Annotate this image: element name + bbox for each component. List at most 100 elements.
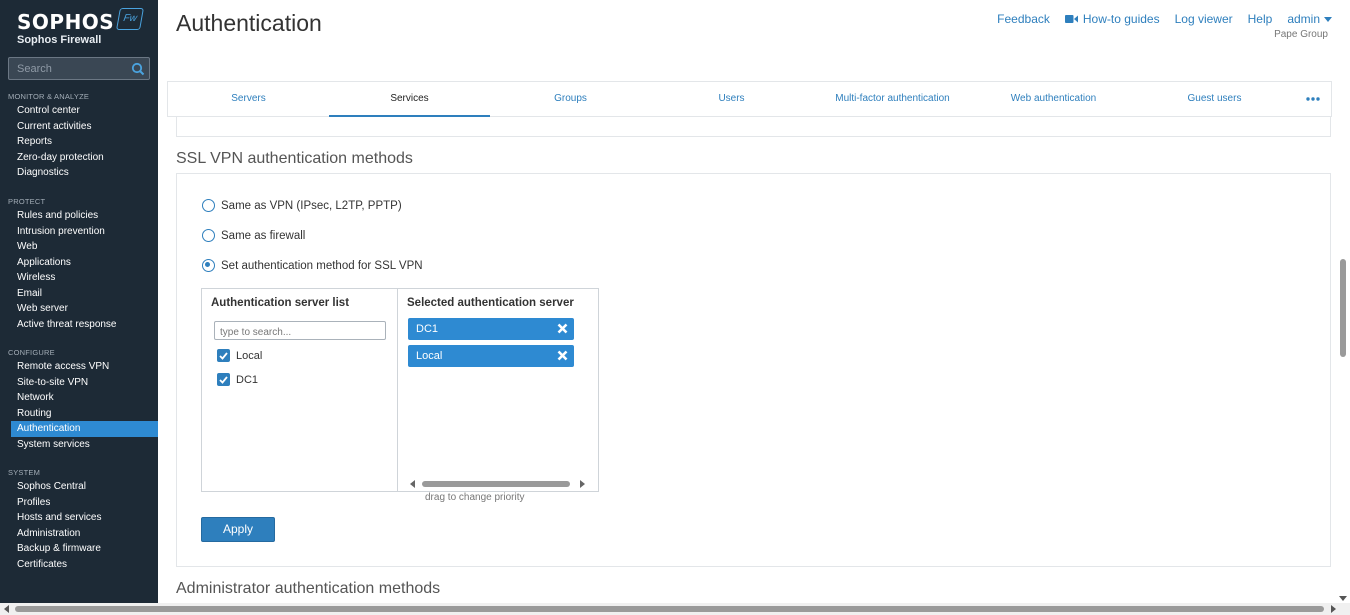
checkmark-icon [219,351,228,360]
tab-web-authentication[interactable]: Web authentication [973,82,1134,116]
chevron-down-icon [1324,16,1332,22]
sidebar-search[interactable] [8,57,150,80]
sidebar-item-routing[interactable]: Routing [0,406,158,422]
sidebar-item-system-services[interactable]: System services [0,437,158,453]
remove-icon[interactable] [557,350,568,361]
sidebar-item-diagnostics[interactable]: Diagnostics [0,165,158,181]
server-filter[interactable] [214,321,386,341]
log-viewer-link[interactable]: Log viewer [1175,12,1233,26]
page-title: Authentication [176,10,322,36]
sidebar-item-web-server[interactable]: Web server [0,301,158,317]
server-list-panel: Authentication server list Local DC1 [202,289,398,491]
radio-same-as-vpn[interactable]: Same as VPN (IPsec, L2TP, PPTP) [202,199,402,212]
help-link[interactable]: Help [1248,12,1273,26]
sidebar-item-applications[interactable]: Applications [0,255,158,271]
how-to-guides-link[interactable]: How-to guides [1064,12,1160,26]
vertical-scrollbar-thumb[interactable] [1340,259,1346,357]
radio-button-selected[interactable] [202,259,215,272]
sidebar-item-rules-and-policies[interactable]: Rules and policies [0,208,158,224]
scroll-right-arrow-icon[interactable] [1331,605,1336,613]
sidebar-search-input[interactable] [9,58,129,79]
selected-list-scrollbar[interactable] [410,480,590,488]
scroll-left-icon[interactable] [410,480,416,488]
checkbox-checked[interactable] [217,349,230,362]
nav-section-heading: CONFIGURE [8,348,55,357]
sidebar-item-reports[interactable]: Reports [0,134,158,150]
tab-users[interactable]: Users [651,82,812,116]
page-vertical-scrollbar[interactable] [1336,0,1350,603]
sidebar: SOPHOS Sophos Firewall Fw MONITOR & ANAL… [0,0,158,603]
sidebar-item-hosts-and-services[interactable]: Hosts and services [0,510,158,526]
sidebar-item-web[interactable]: Web [0,239,158,255]
feedback-link[interactable]: Feedback [997,12,1050,26]
search-icon[interactable] [131,62,145,76]
radio-label: Set authentication method for SSL VPN [221,259,423,272]
horizontal-scrollbar-thumb[interactable] [15,606,1324,612]
sidebar-item-backup-firmware[interactable]: Backup & firmware [0,541,158,557]
sidebar-item-site-to-site-vpn[interactable]: Site-to-site VPN [0,375,158,391]
drag-hint: drag to change priority [425,492,525,503]
product-name: Sophos Firewall [17,34,102,46]
sidebar-item-active-threat-response[interactable]: Active threat response [0,317,158,333]
nav-section: MONITOR & ANALYZE Control center Current a… [0,91,158,181]
sidebar-item-profiles[interactable]: Profiles [0,495,158,511]
sidebar-item-email[interactable]: Email [0,286,158,302]
sidebar-item-zero-day-protection[interactable]: Zero-day protection [0,150,158,166]
auth-server-selector: Authentication server list Local DC1 Sel… [201,288,599,492]
radio-button[interactable] [202,229,215,242]
checkbox-checked[interactable] [217,373,230,386]
remove-icon[interactable] [557,323,568,334]
radio-same-as-firewall[interactable]: Same as firewall [202,229,305,242]
more-icon [1306,97,1320,101]
scroll-down-arrow-icon[interactable] [1339,596,1347,601]
server-filter-input[interactable] [215,324,385,341]
admin-menu[interactable]: admin [1287,12,1332,26]
next-section-title: Administrator authentication methods [176,580,441,597]
brand-name: SOPHOS [17,10,115,34]
tab-guest-users[interactable]: Guest users [1134,82,1295,116]
page-horizontal-scrollbar[interactable] [0,603,1350,615]
sidebar-item-network[interactable]: Network [0,390,158,406]
nav-section: SYSTEM Sophos Central Profiles Hosts and se… [0,467,158,572]
sidebar-item-intrusion-prevention[interactable]: Intrusion prevention [0,224,158,240]
how-to-guides-label: How-to guides [1082,12,1160,26]
tab-servers[interactable]: Servers [168,82,329,116]
apply-button[interactable]: Apply [201,517,275,542]
server-list-header: Authentication server list [211,297,350,309]
sidebar-item-current-activities[interactable]: Current activities [0,119,158,135]
sophos-logo[interactable]: SOPHOS Sophos Firewall [17,10,114,46]
nav-section: PROTECT Rules and policies Intrusion preve… [0,196,158,332]
sidebar-item-certificates[interactable]: Certificates [0,557,158,573]
radio-set-ssl-vpn-method[interactable]: Set authentication method for SSL VPN [202,259,423,272]
admin-label: admin [1287,12,1320,26]
server-option-dc1[interactable]: DC1 [217,373,258,386]
tab-groups[interactable]: Groups [490,82,651,116]
tab-services[interactable]: Services [329,82,490,117]
sidebar-item-control-center[interactable]: Control center [0,103,158,119]
radio-button[interactable] [202,199,215,212]
top-links: Feedback How-to guides Log viewer Help a… [997,12,1332,26]
selected-server-label: DC1 [416,323,439,335]
nav-section-heading: SYSTEM [8,468,41,477]
nav-section-heading: PROTECT [8,197,46,206]
selected-server-dc1[interactable]: DC1 [408,318,574,340]
scrollbar-thumb[interactable] [422,481,570,487]
more-tabs-button[interactable] [1295,82,1331,116]
scroll-left-arrow-icon[interactable] [4,605,9,613]
checkmark-icon [219,375,228,384]
server-option-label: Local [236,349,263,362]
sidebar-item-wireless[interactable]: Wireless [0,270,158,286]
sidebar-item-remote-access-vpn[interactable]: Remote access VPN [0,359,158,375]
selected-server-label: Local [416,350,443,362]
nav-section-heading: MONITOR & ANALYZE [8,92,90,101]
selected-server-local[interactable]: Local [408,345,574,367]
sidebar-item-administration[interactable]: Administration [0,526,158,542]
scroll-right-icon[interactable] [580,480,586,488]
section-title: SSL VPN authentication methods [176,150,413,167]
sidebar-item-authentication[interactable]: Authentication [11,421,158,437]
server-option-local[interactable]: Local [217,349,262,362]
tab-multi-factor-authentication[interactable]: Multi-factor authentication [812,82,973,116]
sidebar-item-sophos-central[interactable]: Sophos Central [0,479,158,495]
radio-label: Same as VPN (IPsec, L2TP, PPTP) [221,199,402,212]
video-camera-icon [1064,15,1078,23]
